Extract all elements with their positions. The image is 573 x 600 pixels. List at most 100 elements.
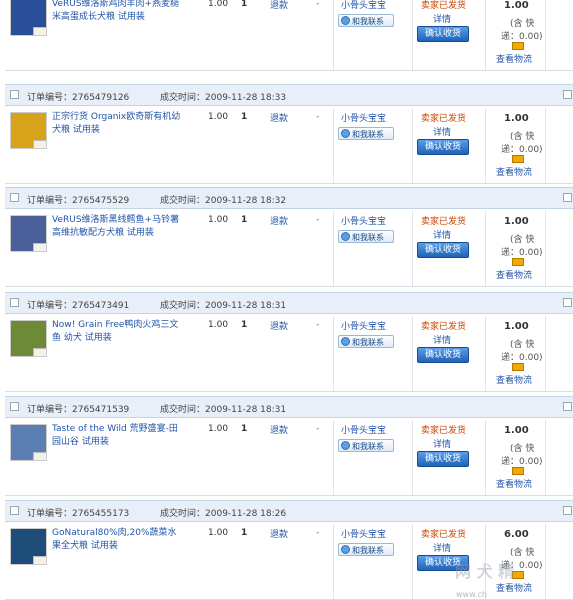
contact-seller-button[interactable]: 和我联系 bbox=[338, 439, 394, 452]
refund-link[interactable]: 退款 bbox=[270, 0, 288, 11]
contact-seller-button[interactable]: 和我联系 bbox=[338, 14, 394, 27]
column-divider bbox=[412, 108, 413, 184]
view-logistics-link[interactable]: 查看物流 bbox=[496, 373, 532, 386]
detail-link[interactable]: 详情 bbox=[433, 125, 451, 138]
unit-price: 1.00 bbox=[208, 528, 229, 538]
confirm-receipt-button[interactable]: 确认收货 bbox=[417, 139, 469, 155]
order-time-value: 2009-11-28 18:26 bbox=[205, 509, 287, 519]
buyer-name-link[interactable]: 小骨头宝宝 bbox=[341, 0, 386, 11]
thumbnail-overlay-icon bbox=[33, 243, 46, 251]
shipping-line-1: (含 快 bbox=[510, 444, 535, 454]
order-checkbox-right[interactable] bbox=[563, 193, 572, 202]
buyer-name-link[interactable]: 小骨头宝宝 bbox=[341, 423, 386, 436]
thumbnail-overlay-icon bbox=[33, 140, 46, 148]
row-divider bbox=[5, 495, 573, 496]
refund-link[interactable]: 退款 bbox=[270, 111, 288, 124]
thumbnail-overlay-icon bbox=[33, 27, 46, 35]
order-number-value: 2765473491 bbox=[72, 301, 130, 311]
refund-link[interactable]: 退款 bbox=[270, 214, 288, 227]
product-thumbnail[interactable] bbox=[10, 215, 47, 252]
contact-seller-button[interactable]: 和我联系 bbox=[338, 230, 394, 243]
buyer-name-link[interactable]: 小骨头宝宝 bbox=[341, 319, 386, 332]
refund-link[interactable]: 退款 bbox=[270, 527, 288, 540]
truck-icon bbox=[512, 155, 524, 163]
detail-link[interactable]: 详情 bbox=[433, 12, 451, 25]
product-name-link[interactable]: 正宗行货 Organix欧奇斯有机幼犬粮 试用装 bbox=[52, 111, 182, 137]
confirm-receipt-button[interactable]: 确认收货 bbox=[417, 242, 469, 258]
confirm-receipt-button[interactable]: 确认收货 bbox=[417, 26, 469, 42]
column-divider bbox=[333, 420, 334, 496]
order-block: 订单编号：2765479126 成交时间：2009-11-28 18:33 正宗行货… bbox=[5, 84, 573, 184]
buyer-name-link[interactable]: 小骨头宝宝 bbox=[341, 527, 386, 540]
order-block: 订单编号：2765475529 成交时间：2009-11-28 18:32 VeRU… bbox=[5, 187, 573, 287]
product-thumbnail[interactable] bbox=[10, 528, 47, 565]
order-checkbox[interactable] bbox=[10, 402, 19, 411]
quantity: 1 bbox=[241, 424, 248, 434]
product-name-link[interactable]: VeRUS维洛斯鸡肉羊肉+燕麦糙米高蛋成长犬粮 试用装 bbox=[52, 0, 182, 24]
chat-icon bbox=[341, 545, 350, 554]
row-divider bbox=[5, 70, 573, 71]
refund-link[interactable]: 退款 bbox=[270, 423, 288, 436]
column-divider bbox=[485, 420, 486, 496]
row-divider bbox=[5, 286, 573, 287]
buyer-name-link[interactable]: 小骨头宝宝 bbox=[341, 111, 386, 124]
order-number: 订单编号：2765479126 bbox=[27, 90, 129, 103]
confirm-receipt-button[interactable]: 确认收货 bbox=[417, 451, 469, 467]
product-thumbnail[interactable] bbox=[10, 0, 47, 36]
column-divider bbox=[485, 316, 486, 392]
contact-seller-button[interactable]: 和我联系 bbox=[338, 543, 394, 556]
detail-link[interactable]: 详情 bbox=[433, 437, 451, 450]
column-divider bbox=[545, 108, 546, 184]
unit-price: 1.00 bbox=[208, 0, 229, 9]
product-thumbnail[interactable] bbox=[10, 424, 47, 461]
detail-link[interactable]: 详情 bbox=[433, 541, 451, 554]
chat-icon bbox=[341, 337, 350, 346]
order-number: 订单编号：2765475529 bbox=[27, 193, 129, 206]
thumbnail-overlay-icon bbox=[33, 348, 46, 356]
view-logistics-link[interactable]: 查看物流 bbox=[496, 268, 532, 281]
product-thumbnail[interactable] bbox=[10, 320, 47, 357]
order-checkbox-right[interactable] bbox=[563, 298, 572, 307]
contact-seller-button[interactable]: 和我联系 bbox=[338, 335, 394, 348]
column-divider bbox=[333, 211, 334, 287]
product-name-link[interactable]: VeRUS维洛斯黑线鳕鱼+马铃薯高维抗敏配方犬粮 试用装 bbox=[52, 214, 182, 240]
order-number-label: 订单编号： bbox=[27, 405, 73, 415]
order-checkbox-right[interactable] bbox=[563, 402, 572, 411]
buyer-name-link[interactable]: 小骨头宝宝 bbox=[341, 214, 386, 227]
order-total: 1.00 bbox=[504, 216, 529, 227]
order-status: 卖家已发货 bbox=[421, 114, 467, 124]
detail-link[interactable]: 详情 bbox=[433, 228, 451, 241]
product-name-link[interactable]: Taste of the Wild 荒野盛宴-田园山谷 试用装 bbox=[52, 423, 182, 449]
confirm-receipt-button[interactable]: 确认收货 bbox=[417, 347, 469, 363]
view-logistics-link[interactable]: 查看物流 bbox=[496, 477, 532, 490]
detail-link[interactable]: 详情 bbox=[433, 333, 451, 346]
order-time-value: 2009-11-28 18:31 bbox=[205, 405, 287, 415]
order-status: 卖家已发货 bbox=[421, 426, 467, 436]
order-number-label: 订单编号： bbox=[27, 509, 73, 519]
column-divider bbox=[412, 524, 413, 600]
order-checkbox-right[interactable] bbox=[563, 506, 572, 515]
product-thumbnail[interactable] bbox=[10, 112, 47, 149]
order-block: 订单编号：2765473491 成交时间：2009-11-28 18:31 Now!… bbox=[5, 292, 573, 392]
shipping-line-1: (含 快 bbox=[510, 132, 535, 142]
refund-link[interactable]: 退款 bbox=[270, 319, 288, 332]
order-total: 1.00 bbox=[504, 321, 529, 332]
shipping-line-2: 递：0.00) bbox=[501, 457, 543, 467]
product-name-link[interactable]: GoNatural80%肉,20%蔬菜水果全犬粮 试用装 bbox=[52, 527, 182, 553]
product-name-link[interactable]: Now! Grain Free鸭肉火鸡三文鱼 幼犬 试用装 bbox=[52, 319, 182, 345]
truck-icon bbox=[512, 363, 524, 371]
order-checkbox-right[interactable] bbox=[563, 90, 572, 99]
order-header: 订单编号：2765455173 成交时间：2009-11-28 18:26 bbox=[5, 500, 573, 522]
order-time: 成交时间：2009-11-28 18:33 bbox=[160, 90, 286, 103]
order-checkbox[interactable] bbox=[10, 90, 19, 99]
view-logistics-link[interactable]: 查看物流 bbox=[496, 165, 532, 178]
order-checkbox[interactable] bbox=[10, 193, 19, 202]
order-checkbox[interactable] bbox=[10, 506, 19, 515]
contact-seller-button[interactable]: 和我联系 bbox=[338, 127, 394, 140]
service-placeholder: - bbox=[316, 112, 320, 122]
order-time-label: 成交时间： bbox=[160, 93, 206, 103]
order-number-value: 2765455173 bbox=[72, 509, 130, 519]
view-logistics-link[interactable]: 查看物流 bbox=[496, 52, 532, 65]
order-block: 订单编号：2765471539 成交时间：2009-11-28 18:31 Tast… bbox=[5, 396, 573, 496]
order-checkbox[interactable] bbox=[10, 298, 19, 307]
